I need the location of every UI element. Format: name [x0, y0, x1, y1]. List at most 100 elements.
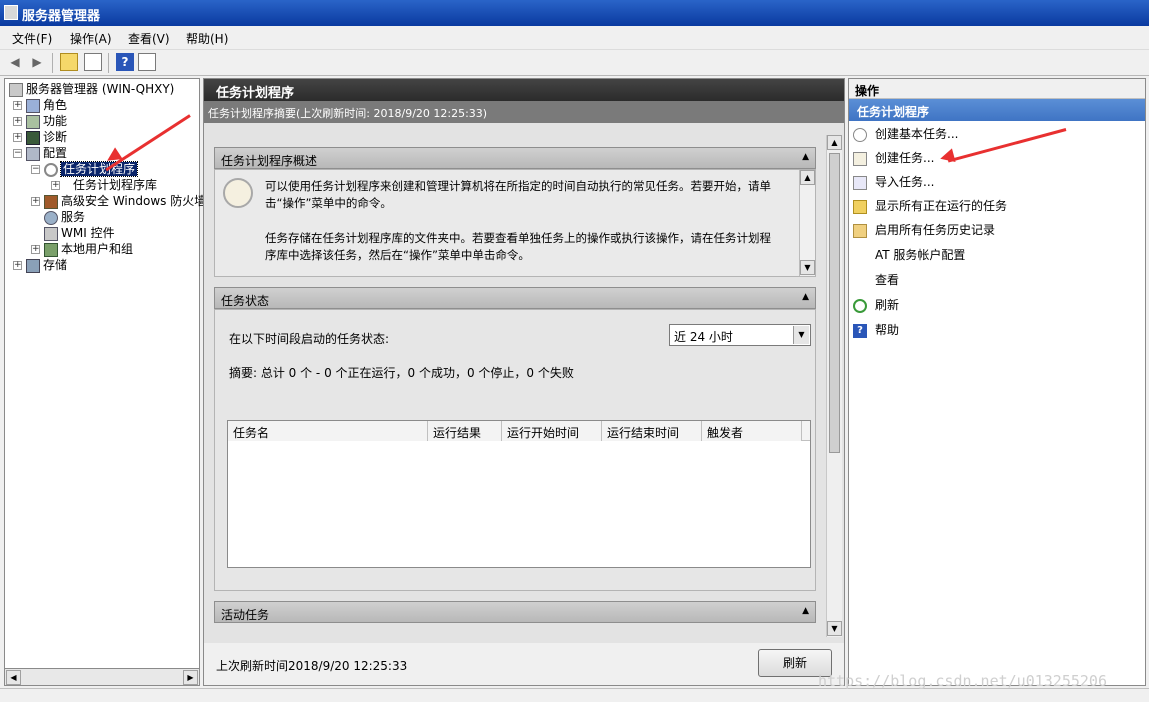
column-header[interactable]: 运行开始时间 [502, 421, 602, 441]
help-icon: ? [853, 323, 867, 338]
window-title-bar: 服务器管理器 [0, 0, 1149, 26]
action-label: 创建基本任务... [875, 127, 959, 141]
action-label: 导入任务... [875, 175, 935, 189]
action-create-basic-task[interactable]: 创建基本任务... [853, 124, 958, 144]
overview-scrollbar[interactable]: ▲ ▼ [799, 170, 815, 276]
expand-icon[interactable]: + [31, 197, 40, 206]
collapse-icon[interactable]: − [13, 149, 22, 158]
actions-section-title[interactable]: 任务计划程序 [849, 99, 1145, 121]
action-label: 帮助 [875, 323, 900, 337]
tree-item-features[interactable]: + 功能 [13, 113, 67, 129]
action-import-task[interactable]: 导入任务... [853, 172, 934, 192]
tree-item-roles[interactable]: + 角色 [13, 97, 67, 113]
action-at-service-config[interactable]: AT 服务帐户配置 [853, 245, 965, 265]
menu-bar: 文件(F) 操作(A) 查看(V) 帮助(H) [0, 26, 1149, 50]
center-vertical-scrollbar[interactable]: ▲ ▼ [826, 135, 842, 637]
tree-root[interactable]: 服务器管理器 (WIN-QHXY) [9, 81, 174, 97]
show-hide-action-pane-icon[interactable] [138, 53, 156, 71]
column-header[interactable]: 运行结束时间 [602, 421, 702, 441]
collapse-icon[interactable]: − [31, 165, 40, 174]
console-tree: 服务器管理器 (WIN-QHXY) + 角色 + 功能 + 诊断 − 配置 − 任务计划程… [4, 78, 206, 686]
expand-icon[interactable]: + [51, 181, 60, 190]
show-hide-tree-icon[interactable] [84, 53, 102, 71]
expand-icon[interactable]: + [13, 101, 22, 110]
expand-icon[interactable]: + [13, 261, 22, 270]
menu-view[interactable]: 查看(V) [128, 30, 170, 47]
action-enable-history[interactable]: 启用所有任务历史记录 [853, 220, 995, 240]
expand-icon[interactable]: + [31, 245, 40, 254]
window-title: 服务器管理器 [22, 9, 101, 24]
action-show-running[interactable]: 显示所有正在运行的任务 [853, 196, 1007, 216]
scroll-left-icon[interactable]: ◀ [6, 670, 21, 685]
section-title: 活动任务 [221, 608, 270, 622]
expand-icon[interactable]: + [13, 133, 22, 142]
action-create-task[interactable]: 创建任务... [853, 148, 934, 168]
refresh-icon [853, 298, 867, 313]
action-view[interactable]: 查看 [853, 270, 899, 290]
menu-help[interactable]: 帮助(H) [186, 30, 228, 47]
tree-item-config[interactable]: − 配置 [13, 145, 67, 161]
tree-item-firewall[interactable]: + 高级安全 Windows 防火墙 [31, 193, 206, 209]
table-header: 任务名 运行结果 运行开始时间 运行结束时间 触发者 [228, 421, 810, 441]
storage-icon [26, 258, 40, 273]
scroll-up-icon[interactable]: ▲ [800, 170, 815, 185]
column-header[interactable]: 触发者 [702, 421, 802, 441]
scroll-right-icon[interactable]: ▶ [183, 670, 198, 685]
column-header[interactable]: 任务名 [228, 421, 428, 441]
scroll-down-icon[interactable]: ▼ [800, 260, 815, 275]
active-section-header[interactable]: 活动任务 ▲ [214, 601, 816, 623]
watermark: https://blog.csdn.net/u013255206 [818, 672, 1107, 690]
running-tasks-icon [853, 199, 867, 214]
period-select-value: 近 24 小时 [674, 330, 733, 344]
tree-item-label: 存储 [43, 258, 68, 272]
overview-section-header[interactable]: 任务计划程序概述 ▲ [214, 147, 816, 169]
tree-item-wmi[interactable]: WMI 控件 [44, 225, 115, 241]
page-subtitle: 任务计划程序摘要(上次刷新时间: 2018/9/20 12:25:33) [204, 101, 844, 123]
period-select[interactable]: 近 24 小时 ▼ [669, 324, 811, 346]
tree-item-diagnostics[interactable]: + 诊断 [13, 129, 67, 145]
roles-icon [26, 98, 40, 113]
action-help[interactable]: ? 帮助 [853, 320, 899, 340]
tree-item-task-library[interactable]: + 任务计划程序库 [51, 177, 157, 193]
action-label: 启用所有任务历史记录 [875, 223, 996, 237]
clock-icon [44, 162, 58, 177]
collapse-icon[interactable]: ▲ [802, 606, 809, 616]
scroll-up-icon[interactable]: ▲ [827, 135, 842, 150]
up-folder-icon[interactable] [60, 53, 78, 71]
expand-icon[interactable]: + [13, 117, 22, 126]
tree-horizontal-scrollbar[interactable]: ◀ ▶ [4, 668, 200, 686]
collapse-icon[interactable]: ▲ [802, 292, 809, 302]
server-manager-icon [4, 5, 18, 20]
tree-item-local-users[interactable]: + 本地用户和组 [31, 241, 133, 257]
action-label: 显示所有正在运行的任务 [875, 199, 1008, 213]
scroll-thumb[interactable] [829, 153, 840, 453]
tree-item-label: 服务 [61, 210, 86, 224]
import-icon [853, 175, 867, 190]
page-title: 任务计划程序 [204, 79, 844, 101]
forward-icon[interactable]: ▶ [28, 53, 46, 71]
menu-action[interactable]: 操作(A) [70, 30, 112, 47]
clock-icon [223, 178, 253, 208]
chevron-down-icon[interactable]: ▼ [793, 326, 809, 344]
tree-item-task-scheduler[interactable]: − 任务计划程序 [31, 161, 139, 177]
action-label: 刷新 [875, 298, 900, 312]
action-label: 查看 [875, 273, 900, 287]
server-icon [9, 82, 23, 97]
overview-section-body: 可以使用任务计划程序来创建和管理计算机将在所指定的时间自动执行的常见任务。若要开… [214, 169, 816, 277]
status-section-header[interactable]: 任务状态 ▲ [214, 287, 816, 309]
scroll-down-icon[interactable]: ▼ [827, 621, 842, 636]
tree-item-services[interactable]: 服务 [44, 209, 85, 225]
tree-item-label: 任务计划程序库 [73, 178, 158, 192]
help-icon[interactable]: ? [116, 53, 134, 71]
back-icon[interactable]: ◀ [6, 53, 24, 71]
collapse-icon[interactable]: ▲ [802, 152, 809, 162]
action-refresh[interactable]: 刷新 [853, 295, 899, 315]
tree-item-storage[interactable]: + 存储 [13, 257, 67, 273]
menu-file[interactable]: 文件(F) [12, 30, 52, 47]
last-refresh-text: 上次刷新时间2018/9/20 12:25:33 [216, 659, 408, 673]
action-label: 创建任务... [875, 151, 935, 165]
section-title: 任务状态 [221, 294, 270, 308]
tree-item-label: 高级安全 Windows 防火墙 [61, 194, 207, 208]
task-icon [853, 151, 867, 166]
column-header[interactable]: 运行结果 [428, 421, 502, 441]
